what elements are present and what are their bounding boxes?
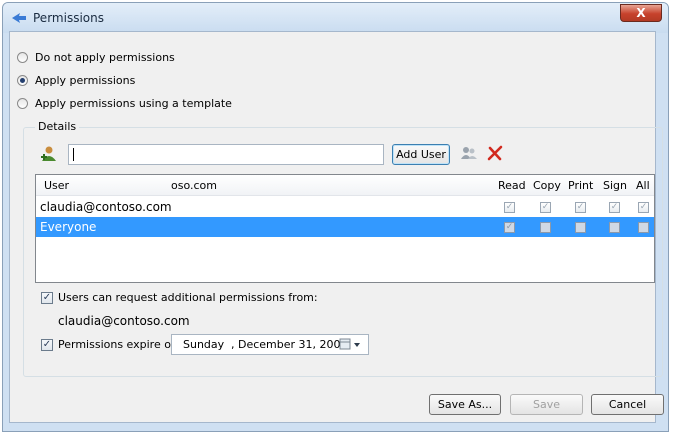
expire-day: Sunday xyxy=(183,338,225,351)
request-permissions-checkbox[interactable]: ✓ xyxy=(41,292,53,304)
text-caret xyxy=(73,148,74,161)
address-book-icon[interactable] xyxy=(460,145,478,161)
close-button[interactable]: X xyxy=(620,4,662,22)
option-no-permissions-label: Do not apply permissions xyxy=(35,50,175,64)
title-bar[interactable]: Permissions X xyxy=(3,3,668,33)
radio-apply-template[interactable] xyxy=(17,97,28,109)
print-checkbox[interactable] xyxy=(575,222,586,233)
header-all[interactable]: All xyxy=(636,179,650,192)
list-row-claudia[interactable]: claudia@contoso.com ✓ ✓ ✓ ✓ ✓ xyxy=(36,197,654,217)
add-user-button[interactable]: Add User xyxy=(392,144,450,165)
user-add-icon xyxy=(41,146,56,161)
save-label: Save xyxy=(532,398,560,411)
calendar-dropdown-icon[interactable] xyxy=(337,336,367,353)
cancel-button[interactable]: Cancel xyxy=(591,394,664,415)
list-header: User oso.com Read Copy Print Sign All xyxy=(36,175,654,196)
permissions-app-icon xyxy=(12,13,26,23)
header-copy[interactable]: Copy xyxy=(533,179,561,192)
details-group-label: Details xyxy=(35,120,80,133)
sign-checkbox[interactable]: ✓ xyxy=(609,202,620,213)
user-input[interactable] xyxy=(68,144,384,165)
option-apply-template-label: Apply permissions using a template xyxy=(35,96,232,110)
row-user-name: Everyone xyxy=(40,220,97,234)
option-no-permissions[interactable]: Do not apply permissions xyxy=(17,49,175,65)
copy-checkbox[interactable]: ✓ xyxy=(540,202,551,213)
sign-checkbox[interactable] xyxy=(609,222,620,233)
print-checkbox[interactable]: ✓ xyxy=(575,202,586,213)
delete-icon[interactable] xyxy=(486,144,504,162)
window-title: Permissions xyxy=(33,11,104,25)
expire-checkbox[interactable]: ✓ xyxy=(41,339,53,351)
option-apply-permissions[interactable]: Apply permissions xyxy=(17,72,135,88)
radio-no-permissions[interactable] xyxy=(17,51,28,63)
request-permissions-label: Users can request additional permissions… xyxy=(58,291,318,304)
save-as-label: Save As... xyxy=(437,398,493,411)
all-checkbox[interactable]: ✓ xyxy=(638,202,649,213)
read-checkbox[interactable]: ✓ xyxy=(504,202,515,213)
save-button[interactable]: Save xyxy=(510,394,583,415)
permissions-list[interactable]: User oso.com Read Copy Print Sign All cl… xyxy=(35,174,655,283)
all-checkbox[interactable] xyxy=(638,222,649,233)
expire-label: Permissions expire on xyxy=(58,338,178,351)
read-checkbox[interactable]: ✓ xyxy=(504,222,515,233)
request-contact-email: claudia@contoso.com xyxy=(58,314,190,328)
list-row-everyone[interactable]: Everyone ✓ xyxy=(36,217,654,237)
expire-date: , December 31, 2006 xyxy=(231,338,348,351)
option-apply-template[interactable]: Apply permissions using a template xyxy=(17,95,232,111)
row-user-name: claudia@contoso.com xyxy=(40,200,172,214)
cancel-label: Cancel xyxy=(608,398,647,411)
add-user-label: Add User xyxy=(396,148,446,161)
save-as-button[interactable]: Save As... xyxy=(429,394,501,415)
header-user[interactable]: User xyxy=(44,179,69,192)
expire-date-picker[interactable]: Sunday , December 31, 2006 xyxy=(171,334,369,355)
header-overlap: oso.com xyxy=(171,179,217,192)
radio-apply-permissions[interactable] xyxy=(17,74,28,86)
header-print[interactable]: Print xyxy=(568,179,593,192)
copy-checkbox[interactable] xyxy=(540,222,551,233)
option-apply-permissions-label: Apply permissions xyxy=(35,73,136,87)
header-read[interactable]: Read xyxy=(498,179,526,192)
header-sign[interactable]: Sign xyxy=(603,179,627,192)
